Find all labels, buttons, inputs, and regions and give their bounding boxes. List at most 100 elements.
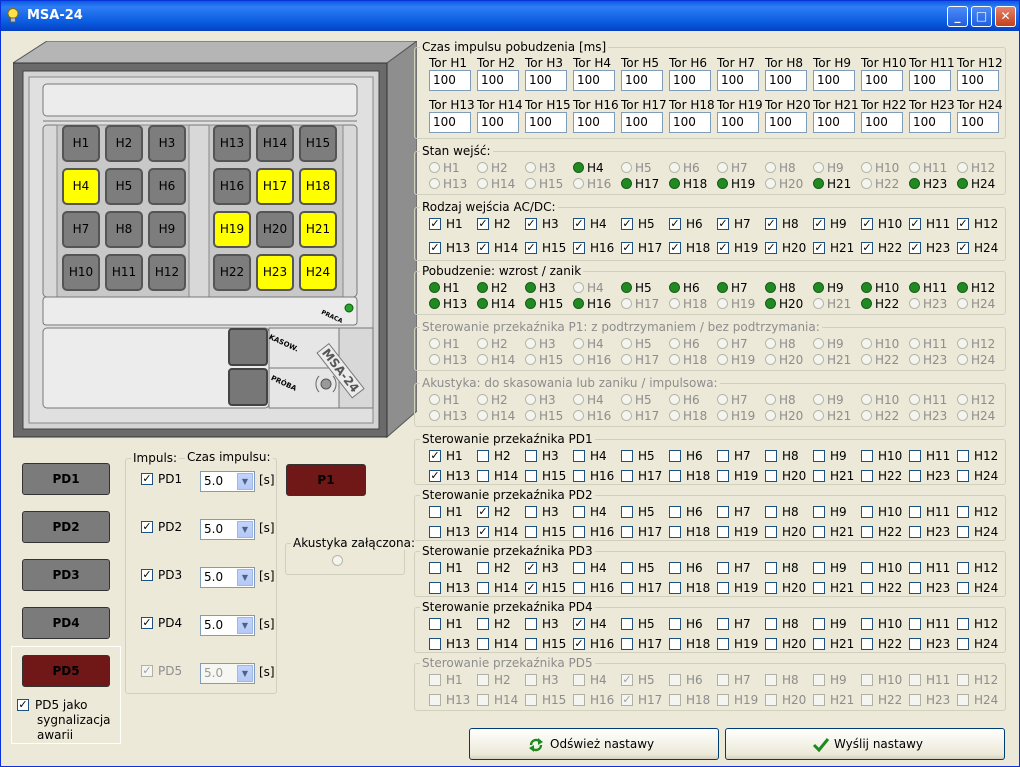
group1-radio-h8[interactable]: H8 (765, 161, 811, 175)
pd-button-pd5[interactable]: PD5 (22, 655, 110, 687)
group7-checkbox-h19[interactable]: H19 (717, 525, 763, 539)
group6-checkbox-h17[interactable]: H17 (621, 469, 667, 483)
group10-checkbox-h10[interactable]: H10 (861, 673, 907, 687)
group5-radio-h9[interactable]: H9 (813, 393, 859, 407)
device-button-h18[interactable]: H18 (299, 168, 337, 205)
group6-checkbox-h18[interactable]: H18 (669, 469, 715, 483)
device-button-h22[interactable]: H22 (213, 254, 251, 291)
group1-radio-h5[interactable]: H5 (621, 161, 667, 175)
group3-radio-h4[interactable]: H4 (573, 281, 619, 295)
group6-checkbox-h12[interactable]: H12 (957, 449, 1003, 463)
group5-radio-h22[interactable]: H22 (861, 409, 907, 423)
group6-checkbox-h11[interactable]: H11 (909, 449, 955, 463)
group3-radio-h18[interactable]: H18 (669, 297, 715, 311)
group10-checkbox-h23[interactable]: H23 (909, 693, 955, 707)
track-input-h23[interactable]: 100 (909, 112, 951, 133)
track-input-h5[interactable]: 100 (621, 70, 663, 91)
group7-checkbox-h16[interactable]: H16 (573, 525, 619, 539)
group5-radio-h23[interactable]: H23 (909, 409, 955, 423)
track-input-h14[interactable]: 100 (477, 112, 519, 133)
send-settings-button[interactable]: Wyślij nastawy (725, 728, 1005, 760)
group8-checkbox-h23[interactable]: H23 (909, 581, 955, 595)
group3-radio-h12[interactable]: H12 (957, 281, 1003, 295)
p1-button[interactable]: P1 (286, 464, 366, 496)
group1-radio-h21[interactable]: H21 (813, 177, 859, 191)
group8-checkbox-h19[interactable]: H19 (717, 581, 763, 595)
group6-checkbox-h2[interactable]: H2 (477, 449, 523, 463)
group2-checkbox-h24[interactable]: ✓ H24 (957, 241, 1003, 255)
group8-checkbox-h7[interactable]: H7 (717, 561, 763, 575)
device-button-h12[interactable]: H12 (148, 254, 186, 291)
group3-radio-h2[interactable]: H2 (477, 281, 523, 295)
group7-checkbox-h24[interactable]: H24 (957, 525, 1003, 539)
group8-checkbox-h13[interactable]: H13 (429, 581, 475, 595)
group2-checkbox-h16[interactable]: ✓ H16 (573, 241, 619, 255)
group4-radio-h8[interactable]: H8 (765, 337, 811, 351)
group10-checkbox-h1[interactable]: H1 (429, 673, 475, 687)
group5-radio-h20[interactable]: H20 (765, 409, 811, 423)
impuls-checkbox-pd2[interactable]: ✓ PD2 (141, 520, 189, 534)
group5-radio-h12[interactable]: H12 (957, 393, 1003, 407)
device-button-h23[interactable]: H23 (256, 254, 294, 291)
group3-radio-h9[interactable]: H9 (813, 281, 859, 295)
group2-checkbox-h9[interactable]: ✓ H9 (813, 217, 859, 231)
group7-checkbox-h8[interactable]: H8 (765, 505, 811, 519)
group6-checkbox-h24[interactable]: H24 (957, 469, 1003, 483)
group7-checkbox-h23[interactable]: H23 (909, 525, 955, 539)
group1-radio-h6[interactable]: H6 (669, 161, 715, 175)
group6-checkbox-h19[interactable]: H19 (717, 469, 763, 483)
group7-checkbox-h10[interactable]: H10 (861, 505, 907, 519)
group3-radio-h8[interactable]: H8 (765, 281, 811, 295)
group2-checkbox-h14[interactable]: ✓ H14 (477, 241, 523, 255)
device-button-h9[interactable]: H9 (148, 211, 186, 248)
device-button-h3[interactable]: H3 (148, 125, 186, 162)
group8-checkbox-h17[interactable]: H17 (621, 581, 667, 595)
group6-checkbox-h3[interactable]: H3 (525, 449, 571, 463)
group3-radio-h13[interactable]: H13 (429, 297, 475, 311)
track-input-h20[interactable]: 100 (765, 112, 807, 133)
group6-checkbox-h8[interactable]: H8 (765, 449, 811, 463)
group1-radio-h14[interactable]: H14 (477, 177, 523, 191)
device-button-h6[interactable]: H6 (148, 168, 186, 205)
group1-radio-h24[interactable]: H24 (957, 177, 1003, 191)
group2-checkbox-h3[interactable]: ✓ H3 (525, 217, 571, 231)
title-bar[interactable]: MSA-24 _ □ ✕ (1, 1, 1019, 31)
group5-radio-h1[interactable]: H1 (429, 393, 475, 407)
group9-checkbox-h23[interactable]: H23 (909, 637, 955, 651)
group9-checkbox-h2[interactable]: H2 (477, 617, 523, 631)
track-input-h7[interactable]: 100 (717, 70, 759, 91)
pd-button-pd2[interactable]: PD2 (22, 511, 110, 543)
track-input-h18[interactable]: 100 (669, 112, 711, 133)
kasow-button[interactable] (228, 328, 268, 366)
group6-checkbox-h4[interactable]: H4 (573, 449, 619, 463)
group7-checkbox-h12[interactable]: H12 (957, 505, 1003, 519)
group10-checkbox-h15[interactable]: H15 (525, 693, 571, 707)
group4-radio-h9[interactable]: H9 (813, 337, 859, 351)
group6-checkbox-h7[interactable]: H7 (717, 449, 763, 463)
group6-checkbox-h13[interactable]: ✓ H13 (429, 469, 475, 483)
group3-radio-h5[interactable]: H5 (621, 281, 667, 295)
group2-checkbox-h18[interactable]: ✓ H18 (669, 241, 715, 255)
group9-checkbox-h5[interactable]: H5 (621, 617, 667, 631)
group1-radio-h23[interactable]: H23 (909, 177, 955, 191)
device-button-h14[interactable]: H14 (256, 125, 294, 162)
group6-checkbox-h23[interactable]: H23 (909, 469, 955, 483)
group9-checkbox-h19[interactable]: H19 (717, 637, 763, 651)
group5-radio-h8[interactable]: H8 (765, 393, 811, 407)
device-button-h19[interactable]: H19 (213, 211, 251, 248)
group3-radio-h19[interactable]: H19 (717, 297, 763, 311)
group1-radio-h12[interactable]: H12 (957, 161, 1003, 175)
group7-checkbox-h17[interactable]: H17 (621, 525, 667, 539)
group7-checkbox-h1[interactable]: H1 (429, 505, 475, 519)
group7-checkbox-h21[interactable]: H21 (813, 525, 859, 539)
group10-checkbox-h5[interactable]: ✓ H5 (621, 673, 667, 687)
group8-checkbox-h6[interactable]: H6 (669, 561, 715, 575)
track-input-h2[interactable]: 100 (477, 70, 519, 91)
track-input-h15[interactable]: 100 (525, 112, 567, 133)
group2-checkbox-h7[interactable]: ✓ H7 (717, 217, 763, 231)
device-button-h24[interactable]: H24 (299, 254, 337, 291)
group9-checkbox-h21[interactable]: H21 (813, 637, 859, 651)
group9-checkbox-h4[interactable]: ✓ H4 (573, 617, 619, 631)
impuls-checkbox-pd5[interactable]: ✓ PD5 (141, 664, 189, 678)
group6-checkbox-h21[interactable]: H21 (813, 469, 859, 483)
